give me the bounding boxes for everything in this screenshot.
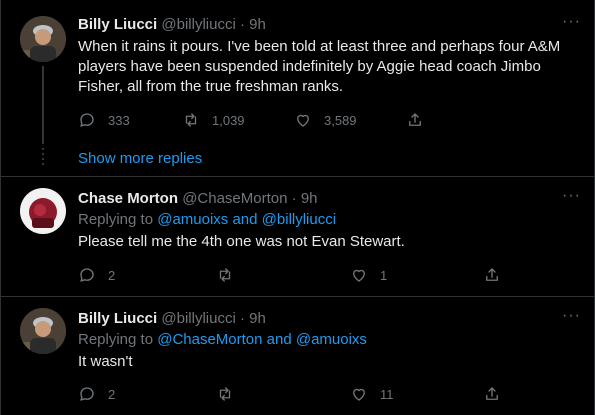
tweet-2[interactable]: Chase Morton @ChaseMorton · 9h ··· Reply… bbox=[0, 177, 595, 295]
retweet-icon bbox=[219, 268, 231, 282]
retweet-button[interactable] bbox=[216, 385, 234, 403]
retweet-button[interactable] bbox=[216, 266, 234, 284]
separator-dot: · bbox=[239, 16, 245, 33]
thread-connector bbox=[42, 66, 44, 144]
retweet-count: 1,039 bbox=[212, 112, 245, 128]
reply-icon bbox=[80, 387, 94, 401]
share-icon bbox=[409, 113, 421, 126]
reply-button[interactable]: 2 bbox=[78, 385, 115, 403]
replying-to: Replying to @ChaseMorton and @amuoixs bbox=[78, 330, 581, 350]
replying-to-users[interactable]: @ChaseMorton and @amuoixs bbox=[157, 331, 367, 348]
reply-count: 2 bbox=[108, 386, 116, 402]
share-icon bbox=[486, 387, 498, 400]
tweet-header: Billy Liucci @billyliucci · 9h bbox=[78, 309, 581, 329]
like-button[interactable]: 3,589 bbox=[294, 111, 357, 129]
like-button[interactable]: 11 bbox=[350, 385, 394, 403]
reply-count: 2 bbox=[108, 267, 116, 283]
retweet-icon bbox=[219, 387, 231, 401]
heart-icon bbox=[297, 114, 309, 127]
tweet-text: It wasn't bbox=[78, 353, 133, 370]
tweet-header: Chase Morton @ChaseMorton · 9h bbox=[78, 189, 581, 209]
author-handle[interactable]: @ChaseMorton bbox=[182, 190, 287, 207]
share-icon bbox=[486, 268, 498, 281]
more-options-icon[interactable]: ··· bbox=[562, 14, 581, 30]
thread-gap-dots bbox=[42, 148, 44, 168]
tweet-text: When it rains it pours. I've been told a… bbox=[78, 38, 561, 95]
author-handle[interactable]: @billyliucci bbox=[161, 310, 235, 327]
replying-to: Replying to @amuoixs and @billyliucci bbox=[78, 210, 581, 230]
timestamp[interactable]: 9h bbox=[301, 190, 318, 207]
reply-icon bbox=[80, 268, 94, 282]
separator-dot: · bbox=[239, 310, 245, 327]
tweet-3[interactable]: Billy Liucci @billyliucci · 9h ··· Reply… bbox=[0, 297, 595, 415]
author-name[interactable]: Billy Liucci bbox=[78, 16, 157, 33]
like-count: 3,589 bbox=[324, 112, 357, 128]
avatar-billy-liucci[interactable] bbox=[20, 16, 66, 62]
timestamp[interactable]: 9h bbox=[249, 16, 266, 33]
heart-icon bbox=[353, 388, 365, 401]
separator-dot: · bbox=[291, 190, 297, 207]
replying-to-prefix: Replying to bbox=[78, 331, 158, 348]
heart-icon bbox=[353, 269, 365, 282]
show-more-replies-link[interactable]: Show more replies bbox=[78, 150, 202, 167]
reply-icon bbox=[80, 113, 94, 127]
avatar-photo bbox=[20, 308, 66, 354]
like-button[interactable]: 1 bbox=[350, 266, 387, 284]
author-name[interactable]: Billy Liucci bbox=[78, 310, 157, 327]
share-button[interactable] bbox=[483, 266, 501, 284]
tweet-header: Billy Liucci @billyliucci · 9h bbox=[78, 15, 581, 35]
avatar-billy-liucci[interactable] bbox=[20, 308, 66, 354]
reply-count: 333 bbox=[108, 112, 130, 128]
retweet-icon bbox=[185, 113, 197, 127]
avatar-photo bbox=[20, 188, 66, 234]
replying-to-prefix: Replying to bbox=[78, 211, 158, 228]
share-button[interactable] bbox=[483, 385, 501, 403]
share-button[interactable] bbox=[406, 111, 424, 129]
tweet-1[interactable]: Billy Liucci @billyliucci · 9h ··· When … bbox=[0, 0, 595, 144]
reply-button[interactable]: 2 bbox=[78, 266, 115, 284]
reply-button[interactable]: 333 bbox=[78, 111, 130, 129]
tweet-text: Please tell me the 4th one was not Evan … bbox=[78, 233, 405, 250]
retweet-button[interactable]: 1,039 bbox=[182, 111, 245, 129]
timestamp[interactable]: 9h bbox=[249, 310, 266, 327]
author-name[interactable]: Chase Morton bbox=[78, 190, 178, 207]
like-count: 11 bbox=[380, 386, 394, 402]
replying-to-users[interactable]: @amuoixs and @billyliucci bbox=[157, 211, 336, 228]
avatar-chase-morton[interactable] bbox=[20, 188, 66, 234]
more-options-icon[interactable]: ··· bbox=[562, 308, 581, 324]
more-options-icon[interactable]: ··· bbox=[562, 188, 581, 204]
avatar-photo bbox=[20, 16, 66, 62]
like-count: 1 bbox=[380, 267, 388, 283]
author-handle[interactable]: @billyliucci bbox=[161, 16, 235, 33]
